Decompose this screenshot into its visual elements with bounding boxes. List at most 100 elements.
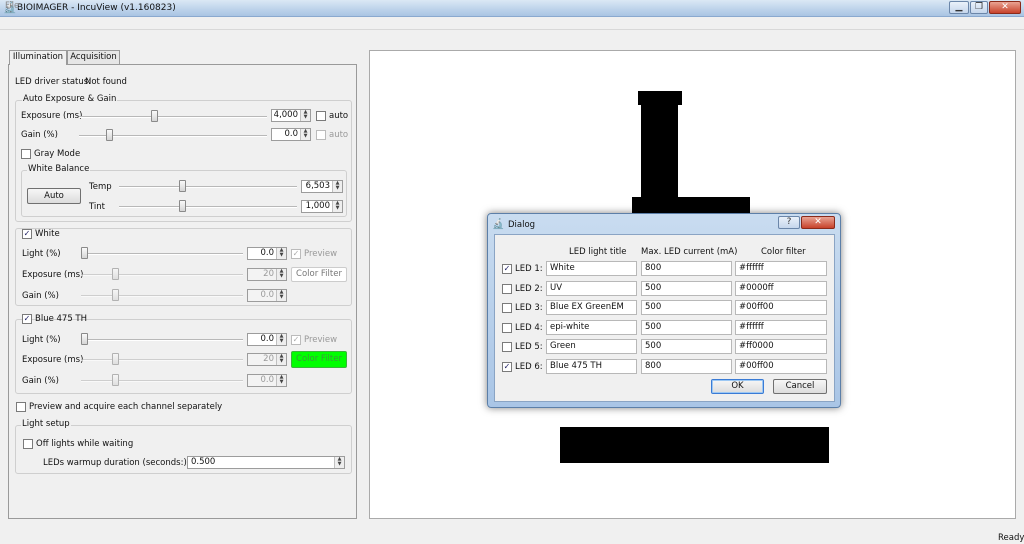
blue-preview-checkbox[interactable]: ✓ bbox=[291, 335, 301, 345]
gray-mode-label: Gray Mode bbox=[34, 149, 81, 159]
gain-spinbox[interactable]: 0.0 ▲ ▼ bbox=[271, 128, 311, 141]
white-exposure-spinbox[interactable]: 20 ▲ ▼ bbox=[247, 268, 287, 281]
channel-white-checkbox[interactable]: ✓ bbox=[22, 229, 32, 239]
temp-spinbox[interactable]: 6,503 ▲ ▼ bbox=[301, 180, 343, 193]
separate-channels-checkbox[interactable] bbox=[16, 402, 26, 412]
dialog-close-button[interactable]: ✕ bbox=[801, 216, 835, 229]
white-light-spinbox[interactable]: 0.0 ▲ ▼ bbox=[247, 247, 287, 260]
led-title-field[interactable]: UV bbox=[546, 280, 637, 296]
exposure-spinbox[interactable]: 4,000 ▲ ▼ bbox=[271, 109, 311, 122]
led-filter-field[interactable]: #ffffff bbox=[735, 261, 827, 276]
exposure-auto-checkbox[interactable] bbox=[316, 111, 326, 121]
silhouette-base bbox=[560, 427, 829, 463]
led-filter-field[interactable]: #0000ff bbox=[735, 280, 827, 296]
white-gain-thumb[interactable] bbox=[112, 289, 119, 301]
gain-auto-label: auto bbox=[329, 130, 349, 140]
gain-auto-checkbox[interactable] bbox=[316, 130, 326, 140]
menu-file[interactable]: File bbox=[5, 1, 19, 11]
white-preview-checkbox[interactable]: ✓ bbox=[291, 249, 301, 259]
white-light-thumb[interactable] bbox=[81, 247, 88, 259]
white-gain-label: Gain (%) bbox=[22, 291, 59, 301]
dialog-help-button[interactable]: ? bbox=[778, 216, 800, 229]
led-checkbox[interactable] bbox=[502, 342, 512, 353]
led-filter-field[interactable]: #ff0000 bbox=[735, 339, 827, 355]
channel-blue-checkbox[interactable]: ✓ bbox=[22, 314, 32, 324]
led-checkbox[interactable] bbox=[502, 322, 512, 333]
dialog-title: Dialog bbox=[508, 220, 536, 230]
ok-button[interactable]: OK bbox=[711, 379, 764, 394]
led-dialog: 🔬 Dialog ? ✕ LED light title Max. LED cu… bbox=[487, 213, 841, 408]
separate-channels-label: Preview and acquire each channel separat… bbox=[29, 402, 223, 412]
led-current-field[interactable]: 500 bbox=[641, 300, 732, 316]
auto-button[interactable]: Auto bbox=[27, 188, 81, 204]
close-button[interactable]: ✕ bbox=[989, 1, 1021, 14]
white-preview-label: Preview bbox=[304, 249, 338, 259]
cancel-button[interactable]: Cancel bbox=[773, 379, 827, 394]
led-filter-field[interactable]: #00ff00 bbox=[735, 300, 827, 316]
exposure-thumb[interactable] bbox=[151, 110, 159, 122]
led-status-label: LED driver status: bbox=[15, 77, 92, 87]
white-gain-slider[interactable] bbox=[81, 289, 243, 301]
gain-slider[interactable] bbox=[79, 129, 267, 141]
channel-white-name: White bbox=[35, 229, 60, 239]
off-lights-label: Off lights while waiting bbox=[36, 439, 134, 449]
blue-light-slider[interactable] bbox=[81, 333, 243, 345]
led-label: LED 2: bbox=[515, 283, 543, 294]
white-gain-spinbox[interactable]: 0.0 ▲ ▼ bbox=[247, 289, 287, 302]
led-checkbox[interactable]: ✓ bbox=[502, 264, 512, 274]
temp-thumb[interactable] bbox=[178, 180, 186, 192]
minimize-button[interactable]: ▁ bbox=[949, 1, 969, 14]
led-checkbox[interactable] bbox=[502, 303, 512, 314]
led-label: LED 1: bbox=[515, 264, 543, 274]
light-setup-title: Light setup bbox=[21, 419, 71, 429]
warmup-spinbox[interactable]: 0.500 ▲ ▼ bbox=[187, 456, 345, 469]
led-title-field[interactable]: epi-white bbox=[546, 319, 637, 335]
white-light-slider[interactable] bbox=[81, 247, 243, 259]
exposure-slider[interactable] bbox=[79, 110, 267, 122]
led-title-field[interactable]: Blue 475 TH bbox=[546, 359, 637, 374]
white-balance-title: White Balance bbox=[27, 164, 91, 174]
blue-exposure-thumb[interactable] bbox=[112, 353, 119, 365]
tint-slider[interactable] bbox=[119, 200, 297, 212]
warmup-label: LEDs warmup duration (seconds:) bbox=[43, 458, 187, 468]
off-lights-checkbox[interactable] bbox=[23, 439, 33, 449]
led-title-field[interactable]: White bbox=[546, 261, 637, 276]
exposure-label: Exposure (ms) bbox=[21, 111, 83, 121]
blue-gain-label: Gain (%) bbox=[22, 376, 59, 386]
white-light-label: Light (%) bbox=[22, 249, 61, 259]
blue-gain-slider[interactable] bbox=[81, 374, 243, 386]
led-current-field[interactable]: 500 bbox=[641, 319, 732, 335]
led-title-field[interactable]: Green bbox=[546, 339, 637, 355]
blue-gain-thumb[interactable] bbox=[112, 374, 119, 386]
blue-color-filter-button[interactable]: Color Filter bbox=[291, 351, 347, 368]
blue-light-thumb[interactable] bbox=[81, 333, 88, 345]
tint-thumb[interactable] bbox=[178, 200, 186, 212]
led-filter-field[interactable]: #ffffff bbox=[735, 319, 827, 335]
temp-slider[interactable] bbox=[119, 180, 297, 192]
tab-acquisition[interactable]: Acquisition bbox=[67, 50, 120, 65]
white-exposure-thumb[interactable] bbox=[112, 268, 119, 280]
blue-exposure-label: Exposure (ms) bbox=[22, 355, 84, 365]
tint-spinbox[interactable]: 1,000 ▲ ▼ bbox=[301, 200, 343, 213]
led-current-field[interactable]: 500 bbox=[641, 280, 732, 296]
window-title: BIOIMAGER - IncuView (v1.160823) bbox=[17, 3, 176, 13]
led-current-field[interactable]: 800 bbox=[641, 359, 732, 374]
gray-mode-checkbox[interactable] bbox=[21, 149, 31, 159]
led-checkbox[interactable]: ✓ bbox=[502, 362, 512, 372]
blue-exposure-spinbox[interactable]: 20 ▲ ▼ bbox=[247, 353, 287, 366]
gain-thumb[interactable] bbox=[106, 129, 114, 141]
dialog-body: LED light title Max. LED current (mA) Co… bbox=[494, 234, 835, 402]
blue-light-spinbox[interactable]: 0.0 ▲ ▼ bbox=[247, 333, 287, 346]
led-current-field[interactable]: 800 bbox=[641, 261, 732, 276]
led-checkbox[interactable] bbox=[502, 283, 512, 294]
blue-exposure-slider[interactable] bbox=[81, 353, 243, 365]
white-exposure-slider[interactable] bbox=[81, 268, 243, 280]
led-current-field[interactable]: 500 bbox=[641, 339, 732, 355]
status-bar bbox=[0, 530, 1024, 544]
led-title-field[interactable]: Blue EX GreenEM bbox=[546, 300, 637, 316]
maximize-button[interactable]: ❐ bbox=[970, 1, 988, 14]
led-filter-field[interactable]: #00ff00 bbox=[735, 359, 827, 374]
blue-gain-spinbox[interactable]: 0.0 ▲ ▼ bbox=[247, 374, 287, 387]
white-color-filter-button[interactable]: Color Filter bbox=[291, 267, 347, 282]
tab-illumination[interactable]: Illumination bbox=[9, 50, 67, 65]
